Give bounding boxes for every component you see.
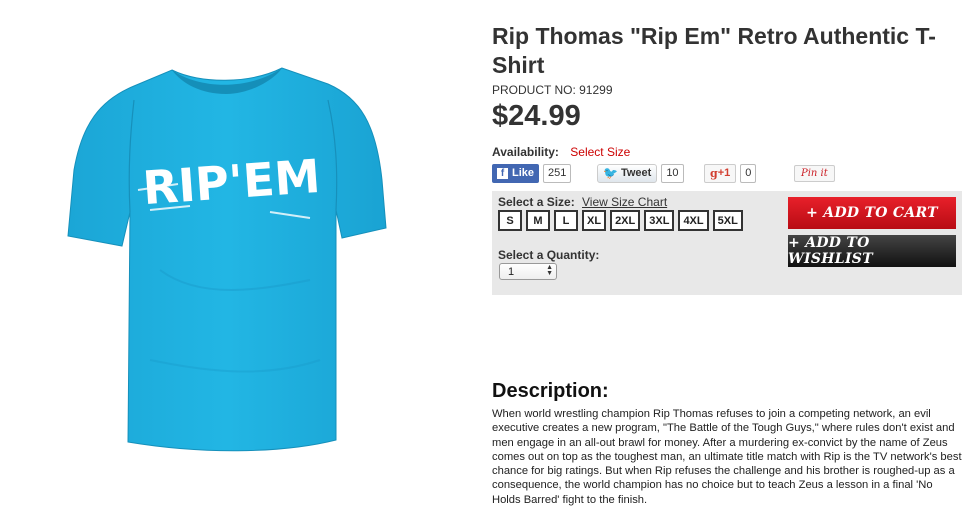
description-heading: Description: [492, 380, 609, 402]
add-to-wishlist-button[interactable]: + ADD TO WISHLIST [788, 235, 956, 267]
purchase-options-panel: Select a Size: View Size Chart S M L XL … [492, 191, 962, 295]
twitter-tweet-widget[interactable]: 🐦 Tweet 10 [597, 163, 684, 183]
tweet-button[interactable]: 🐦 Tweet [597, 163, 658, 183]
tweet-label: Tweet [620, 167, 652, 179]
google-plus-button[interactable]: g +1 [704, 163, 737, 183]
add-to-cart-button[interactable]: + ADD TO CART [788, 197, 956, 229]
pinterest-widget[interactable]: Pin it [794, 163, 835, 183]
size-label: Select a Size: [498, 195, 575, 209]
availability: Availability: Select Size [492, 145, 630, 159]
quantity-value: 1 [508, 265, 515, 278]
product-title: Rip Thomas "Rip Em" Retro Authentic T-Sh… [492, 23, 936, 78]
tweet-count: 10 [661, 163, 684, 183]
size-option-5xl[interactable]: 5XL [712, 210, 743, 231]
size-option-m[interactable]: M [526, 210, 550, 231]
product-image[interactable]: RIP'EM [60, 40, 400, 480]
availability-status: Select Size [570, 145, 631, 159]
pinterest-pin-button[interactable]: Pin it [794, 164, 835, 182]
google-plus-count: 0 [740, 163, 757, 183]
size-option-4xl[interactable]: 4XL [678, 210, 709, 231]
product-number: PRODUCT NO: 91299 [492, 83, 613, 97]
facebook-like-count: 251 [543, 163, 572, 183]
twitter-bird-icon: 🐦 [603, 166, 618, 180]
tshirt-illustration: RIP'EM [67, 67, 387, 452]
availability-label: Availability: [492, 145, 559, 159]
description-text: When world wrestling champion Rip Thomas… [492, 408, 962, 506]
size-option-xl[interactable]: XL [582, 210, 607, 231]
select-arrows-icon: ▲ ▼ [546, 264, 553, 277]
size-option-s[interactable]: S [498, 210, 522, 231]
size-selector: S M L XL 2XL 3XL 4XL 5XL [498, 210, 743, 231]
facebook-like-button[interactable]: f Like [492, 163, 540, 183]
google-plus-label: +1 [717, 167, 731, 179]
size-option-3xl[interactable]: 3XL [644, 210, 675, 231]
view-size-chart-link[interactable]: View Size Chart [582, 195, 667, 209]
google-plus-icon: g [710, 166, 718, 180]
quantity-select[interactable]: 1 ▲ ▼ [499, 263, 557, 280]
facebook-icon: f [497, 167, 508, 179]
facebook-like-label: Like [512, 167, 535, 179]
product-price: $24.99 [492, 100, 581, 132]
size-option-2xl[interactable]: 2XL [610, 210, 641, 231]
facebook-like-widget[interactable]: f Like 251 [492, 163, 572, 183]
google-plus-widget[interactable]: g +1 0 [704, 163, 757, 183]
quantity-label: Select a Quantity: [498, 248, 600, 262]
size-option-l[interactable]: L [554, 210, 578, 231]
